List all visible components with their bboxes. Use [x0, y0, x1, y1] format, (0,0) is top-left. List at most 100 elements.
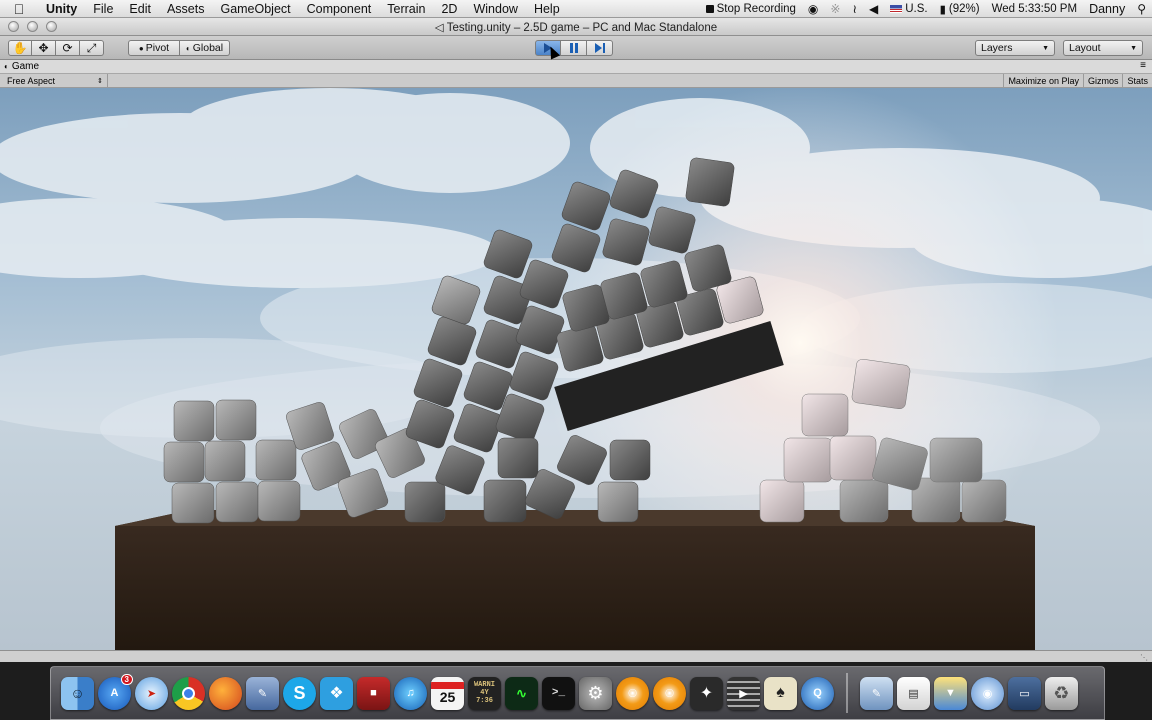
game-scene: [0, 88, 1152, 650]
system-preferences-icon[interactable]: ⚙: [579, 676, 612, 710]
battery-icon: ▮: [939, 3, 946, 16]
bluetooth-icon[interactable]: ※: [824, 3, 846, 15]
scale-icon: ⤢: [86, 40, 97, 55]
battery[interactable]: ▮ (92%): [934, 2, 986, 16]
menu-help[interactable]: Help: [526, 2, 568, 16]
pivot-icon: ●: [138, 43, 144, 53]
final-cut-icon[interactable]: ▶: [727, 676, 760, 710]
hand-tool-button[interactable]: ✋: [8, 40, 32, 56]
blender-icon[interactable]: ☉: [653, 676, 686, 710]
remote-disc-icon[interactable]: ◉: [971, 676, 1004, 710]
quicktime-icon[interactable]: Q: [801, 676, 834, 710]
console-icon[interactable]: WARNI 4Y 7:36: [468, 676, 501, 710]
layout-dropdown[interactable]: Layout ▼: [1063, 40, 1143, 56]
gizmos-toggle[interactable]: Gizmos: [1082, 74, 1123, 87]
maximize-on-play-toggle[interactable]: Maximize on Play: [1003, 74, 1083, 87]
desktop-stack-icon[interactable]: ▭: [1008, 676, 1041, 710]
solitaire-icon[interactable]: ♠: [764, 676, 797, 710]
terminal-icon[interactable]: >_: [542, 676, 575, 710]
stats-toggle[interactable]: Stats: [1122, 74, 1152, 87]
dock-separator: [846, 673, 848, 713]
chevron-down-icon: ▼: [1130, 44, 1137, 52]
search-icon[interactable]: ⚲: [1131, 3, 1152, 15]
move-icon: ✥: [38, 41, 49, 55]
pause-icon: [569, 43, 578, 53]
unity-icon[interactable]: ✦: [690, 676, 723, 710]
game-tab-bar: ◐ Game ≡: [0, 60, 1152, 74]
updown-arrow-icon: ⇕: [97, 77, 103, 85]
menu-gameobject[interactable]: GameObject: [212, 2, 298, 16]
global-button[interactable]: ◐ Global: [180, 40, 230, 56]
documents-stack-icon[interactable]: ▤: [897, 676, 930, 710]
app-store-icon[interactable]: A3: [98, 673, 133, 710]
eye-icon[interactable]: ◉: [802, 3, 824, 15]
blender-icon[interactable]: ☉: [616, 676, 649, 710]
pivot-label: Pivot: [145, 42, 170, 54]
rotate-tool-button[interactable]: ⟳: [56, 40, 80, 56]
menubar:  Unity File Edit Assets GameObject Comp…: [0, 0, 1152, 18]
wifi-icon[interactable]: ≀: [846, 3, 863, 15]
window-title-text: Testing.unity – 2.5D game – PC and Mac S…: [446, 21, 718, 34]
game-view-footer: ⋱: [0, 650, 1152, 662]
resize-grip-icon[interactable]: ⋱: [1140, 653, 1148, 662]
scale-tool-button[interactable]: ⤢: [80, 40, 104, 56]
game-view-options: Maximize on Play Gizmos Stats: [1003, 74, 1152, 87]
step-icon: [594, 43, 605, 53]
user-name[interactable]: Danny: [1083, 2, 1131, 16]
pivot-button[interactable]: ● Pivot: [128, 40, 180, 56]
battery-label: (92%): [948, 2, 980, 15]
skype-icon[interactable]: S: [283, 676, 316, 710]
app-menu[interactable]: Unity: [38, 2, 85, 16]
activity-monitor-icon[interactable]: ∿: [505, 676, 538, 710]
step-button[interactable]: [587, 40, 613, 56]
menu-assets[interactable]: Assets: [159, 2, 213, 16]
firefox-icon[interactable]: [209, 676, 242, 710]
input-source-label: U.S.: [905, 2, 928, 15]
pause-button[interactable]: [561, 40, 587, 56]
calendar-icon[interactable]: 25: [431, 676, 464, 710]
window-titlebar: ◁ Testing.unity – 2.5D game – PC and Mac…: [0, 18, 1152, 36]
chrome-icon[interactable]: [172, 676, 205, 710]
console-text: WARNI 4Y 7:36: [473, 681, 495, 705]
window-title: ◁ Testing.unity – 2.5D game – PC and Mac…: [0, 20, 1152, 34]
chevron-down-icon: ▼: [1042, 44, 1049, 52]
menu-terrain[interactable]: Terrain: [379, 2, 433, 16]
clock[interactable]: Wed 5:33:50 PM: [986, 3, 1083, 15]
menu-component[interactable]: Component: [299, 2, 380, 16]
layout-label: Layout: [1069, 42, 1101, 54]
aspect-dropdown[interactable]: Free Aspect ⇕: [0, 74, 108, 87]
preview-icon[interactable]: ✎: [246, 676, 279, 710]
layers-dropdown[interactable]: Layers ▼: [975, 40, 1055, 56]
pivot-toggle-group: ● Pivot ◐ Global: [128, 40, 230, 56]
safari-icon[interactable]: ➤: [135, 676, 168, 710]
apple-icon[interactable]: : [0, 1, 38, 17]
menu-edit[interactable]: Edit: [121, 2, 159, 16]
stop-recording[interactable]: Stop Recording: [700, 3, 802, 15]
move-tool-button[interactable]: ✥: [32, 40, 56, 56]
hand-icon: ✋: [12, 41, 28, 55]
menu-2d[interactable]: 2D: [433, 2, 465, 16]
panel-menu-icon[interactable]: ≡: [1140, 60, 1146, 71]
us-flag-icon: [890, 4, 903, 13]
screen:  Unity File Edit Assets GameObject Comp…: [0, 0, 1152, 720]
aspect-label: Free Aspect: [7, 75, 56, 86]
tab-game-label: Game: [11, 61, 40, 72]
transform-tools: ✋ ✥ ⟳ ⤢: [8, 40, 104, 56]
trash-icon[interactable]: ♻: [1045, 676, 1078, 710]
applications-folder-icon[interactable]: ✎: [860, 676, 893, 710]
photo-booth-icon[interactable]: ■: [357, 676, 390, 710]
downloads-stack-icon[interactable]: ▼: [934, 676, 967, 710]
twitter-icon[interactable]: ❖: [320, 676, 353, 710]
menu-window[interactable]: Window: [465, 2, 525, 16]
rotate-icon: ⟳: [62, 41, 73, 55]
global-label: Global: [192, 42, 224, 54]
volume-icon[interactable]: ◀: [863, 3, 884, 15]
menu-file[interactable]: File: [85, 2, 121, 16]
app-store-badge: 3: [120, 673, 133, 685]
tab-game[interactable]: ◐ Game: [4, 61, 39, 72]
itunes-icon[interactable]: ♫: [394, 676, 427, 710]
game-viewport[interactable]: [0, 88, 1152, 650]
input-source[interactable]: U.S.: [884, 3, 933, 15]
dock: ☺ A3 ➤ ✎ S ❖ ■ ♫ 25 WARNI 4Y 7:36 ∿ >_ ⚙…: [50, 666, 1105, 720]
finder-icon[interactable]: ☺: [61, 676, 94, 710]
